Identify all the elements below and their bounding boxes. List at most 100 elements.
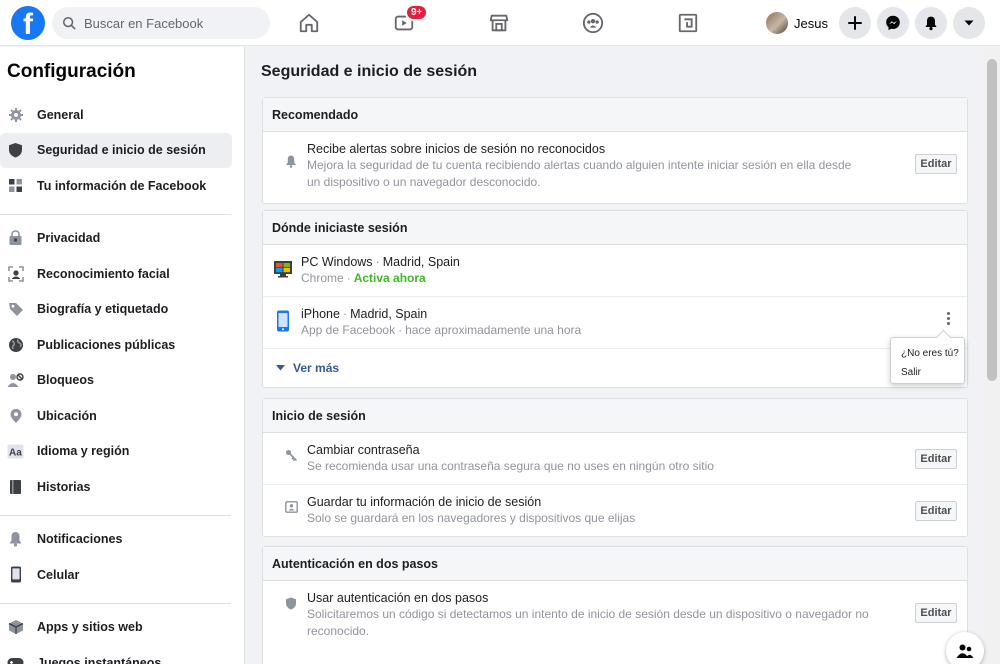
create-button[interactable]: [839, 7, 871, 39]
sidebar-item-label: Idioma y región: [37, 444, 130, 459]
row-title: Usar autenticación en dos pasos: [307, 591, 489, 605]
sidebar-group: Notificaciones Celular: [0, 516, 231, 604]
id-card-icon: [284, 500, 298, 514]
account-menu-button[interactable]: [953, 7, 985, 39]
search-input[interactable]: [84, 15, 254, 31]
row-title: Cambiar contraseña: [307, 443, 420, 457]
sidebar-item-label: Celular: [37, 567, 80, 582]
sidebar-item-label: Juegos instantáneos: [37, 655, 162, 664]
edit-button[interactable]: Editar: [915, 449, 957, 469]
sidebar-item-label: Privacidad: [37, 231, 101, 246]
not-you-option[interactable]: ¿No eres tú?: [901, 344, 964, 363]
sidebar-item-apps-y-sitios-web[interactable]: Apps y sitios web: [0, 610, 231, 646]
sidebar-item-notificaciones[interactable]: Notificaciones: [0, 522, 231, 558]
search-box[interactable]: [52, 7, 270, 39]
device-title: PC Windows · Madrid, Spain: [301, 254, 967, 270]
gamepad-icon: [7, 654, 24, 664]
scrollbar[interactable]: [984, 47, 1000, 664]
card-header: Recomendado: [263, 98, 967, 132]
see-more-label: Ver más: [293, 361, 340, 375]
gaming-icon[interactable]: [675, 10, 701, 36]
recommended-card: Recomendado Recibe alertas sobre inicios…: [262, 97, 968, 204]
sidebar-menu: General Seguridad e inicio de sesión Tu in…: [0, 91, 244, 664]
two-factor-row[interactable]: Usar autenticación en dos pasos Solicita…: [263, 581, 967, 645]
login-card: Inicio de sesión Cambiar contraseña Se r…: [262, 398, 968, 537]
separator-dot: ·: [398, 323, 403, 337]
watch-icon[interactable]: 9+: [391, 4, 429, 36]
iphone-icon: [277, 310, 289, 332]
sidebar-item-publicaciones-publicas[interactable]: Publicaciones públicas: [0, 327, 231, 363]
sidebar-item-label: Ubicación: [37, 408, 97, 423]
sidebar-item-general[interactable]: General: [0, 97, 231, 133]
card-header: Inicio de sesión: [263, 399, 967, 433]
sidebar-item-label: Tu información de Facebook: [37, 178, 207, 193]
plus-icon: [848, 16, 862, 30]
sidebar-item-historias[interactable]: Historias: [0, 469, 231, 505]
sidebar-item-ubicacion[interactable]: Ubicación: [0, 398, 231, 434]
session-options-popover: ¿No eres tú? Salir: [890, 337, 965, 384]
phone-icon: [7, 566, 24, 583]
book-icon: [7, 478, 24, 495]
save-login-info-row[interactable]: Guardar tu información de inicio de sesi…: [263, 485, 967, 537]
info-grid-icon: [7, 177, 24, 194]
device-location: Madrid, Spain: [382, 255, 460, 269]
sidebar-item-label: Bloqueos: [37, 373, 94, 388]
sidebar-item-idioma-y-region[interactable]: Aa Idioma y región: [0, 434, 231, 470]
device-app: App de Facebook: [301, 323, 396, 337]
shield-icon: [7, 142, 24, 159]
edit-button[interactable]: Editar: [915, 154, 957, 174]
sidebar-item-bloqueos[interactable]: Bloqueos: [0, 363, 231, 399]
see-more-link[interactable]: Ver más: [263, 349, 967, 387]
sidebar-group: General Seguridad e inicio de sesión Tu in…: [0, 91, 232, 215]
new-message-button[interactable]: [946, 632, 984, 664]
sidebar-item-label: General: [37, 107, 84, 122]
two-factor-card: Autenticación en dos pasos Usar autentic…: [262, 546, 968, 664]
sidebar-item-tu-informacion-de-facebook[interactable]: Tu información de Facebook: [0, 168, 231, 204]
sidebar-item-privacidad[interactable]: Privacidad: [0, 221, 231, 257]
edit-button[interactable]: Editar: [915, 603, 957, 623]
separator-dot: ·: [342, 307, 348, 321]
edit-button[interactable]: Editar: [915, 501, 957, 521]
sidebar-title: Configuración: [7, 61, 136, 82]
messenger-button[interactable]: [877, 7, 909, 39]
chevron-down-icon: [964, 20, 974, 26]
device-name: iPhone: [301, 307, 340, 321]
page-title: Seguridad e inicio de sesión: [261, 63, 478, 80]
bell-icon: [7, 531, 24, 548]
row-description: Se recomienda usar una contraseña segura…: [307, 459, 714, 473]
caret-down-icon: [276, 365, 285, 371]
facebook-logo[interactable]: f: [11, 6, 45, 40]
logout-option[interactable]: Salir: [901, 363, 964, 382]
session-row-pc[interactable]: PC Windows · Madrid, Spain Chrome · Activa a…: [263, 245, 967, 297]
sidebar-item-label: Publicaciones públicas: [37, 337, 176, 352]
session-row-iphone[interactable]: iPhone · Madrid, Spain App de Facebook · hac…: [263, 297, 967, 349]
change-password-row[interactable]: Cambiar contraseña Se recomienda usar un…: [263, 433, 967, 485]
globe-icon: [7, 336, 24, 353]
sidebar-item-label: Apps y sitios web: [37, 620, 143, 635]
location-icon: [7, 407, 24, 424]
device-status: Activa ahora: [353, 271, 426, 285]
notifications-button[interactable]: [915, 7, 947, 39]
cube-icon: [7, 619, 24, 636]
windows-pc-icon: [274, 261, 292, 278]
where-logged-in-card: Dónde iniciaste sesión PC Windows · Madrid…: [262, 210, 968, 388]
scrollbar-thumb[interactable]: [987, 59, 997, 381]
separator-dot: ·: [375, 255, 380, 269]
marketplace-icon[interactable]: [486, 10, 512, 36]
sidebar-item-seguridad-e-inicio-de-sesion[interactable]: Seguridad e inicio de sesión: [0, 132, 232, 168]
profile-link[interactable]: Jesus: [766, 9, 828, 37]
groups-icon[interactable]: [580, 10, 606, 36]
login-alerts-row[interactable]: Recibe alertas sobre inicios de sesión n…: [263, 132, 967, 204]
sidebar-item-biografia-y-etiquetado[interactable]: Biografía y etiquetado: [0, 292, 231, 328]
gear-icon: [7, 106, 24, 123]
home-icon[interactable]: [296, 10, 322, 36]
separator-dot: ·: [346, 271, 351, 285]
sidebar-item-label: Seguridad e inicio de sesión: [37, 143, 206, 158]
key-icon: [284, 448, 298, 462]
more-options-icon[interactable]: [947, 312, 951, 325]
shield-icon: [284, 596, 298, 610]
sidebar-item-juegos-instantaneos[interactable]: Juegos instantáneos: [0, 645, 231, 664]
sidebar-item-reconocimiento-facial[interactable]: Reconocimiento facial: [0, 256, 231, 292]
watch-badge: 9+: [405, 4, 429, 21]
sidebar-item-celular[interactable]: Celular: [0, 557, 231, 593]
